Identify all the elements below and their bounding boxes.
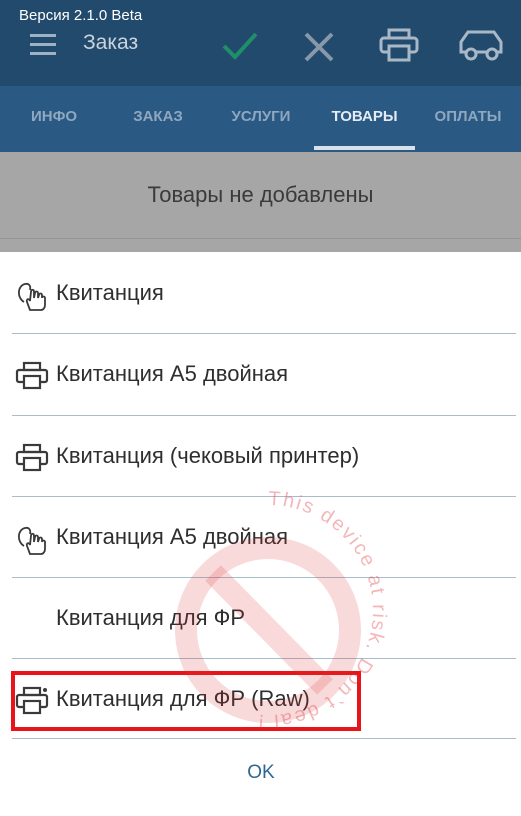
dialog-item-receipt-check-printer[interactable]: Квитанция (чековый принтер) xyxy=(0,417,521,497)
touch-hand-icon xyxy=(15,524,49,555)
ok-button[interactable]: OK xyxy=(221,762,301,792)
divider xyxy=(12,496,516,497)
tab-order[interactable]: ЗАКАЗ xyxy=(108,86,208,152)
printer-icon xyxy=(15,443,49,473)
divider xyxy=(12,333,516,334)
divider xyxy=(12,738,516,739)
active-tab-indicator xyxy=(314,146,415,150)
dialog-item-label: Квитанция для ФР xyxy=(56,605,246,630)
printer-icon[interactable] xyxy=(379,28,419,67)
dialog-item-receipt-a5-double[interactable]: Квитанция A5 двойная xyxy=(0,335,521,415)
selection-highlight xyxy=(11,671,361,731)
tab-services[interactable]: УСЛУГИ xyxy=(208,86,314,152)
car-icon[interactable] xyxy=(458,28,504,69)
content-divider xyxy=(0,238,521,239)
dialog-item-label: Квитанция A5 двойная xyxy=(56,524,289,549)
tab-info[interactable]: ИНФО xyxy=(0,86,108,152)
dialog-item-receipt[interactable]: Квитанция xyxy=(0,254,521,334)
touch-hand-icon xyxy=(15,280,49,311)
dialog-item-label: Квитанция xyxy=(56,280,164,305)
divider xyxy=(12,577,516,578)
dialog-item-receipt-a5-double-touch[interactable]: Квитанция A5 двойная xyxy=(0,498,521,578)
divider xyxy=(12,658,516,659)
divider xyxy=(12,415,516,416)
page-title: Заказ xyxy=(83,31,139,54)
dialog-item-label: Квитанция A5 двойная xyxy=(56,361,289,386)
tab-goods[interactable]: ТОВАРЫ xyxy=(314,86,415,152)
check-icon[interactable] xyxy=(221,30,259,67)
dialog-item-receipt-fr[interactable]: Квитанция для ФР xyxy=(0,579,521,659)
tab-bar: ИНФО ЗАКАЗ УСЛУГИ ТОВАРЫ ОПЛАТЫ xyxy=(0,86,521,152)
close-icon[interactable] xyxy=(303,32,335,67)
app-bar: Версия 2.1.0 Beta Заказ xyxy=(0,0,521,86)
menu-icon[interactable] xyxy=(30,32,56,58)
version-label: Версия 2.1.0 Beta xyxy=(19,7,143,24)
tab-payments[interactable]: ОПЛАТЫ xyxy=(415,86,521,152)
printer-icon xyxy=(15,361,49,391)
empty-state-message: Товары не добавлены xyxy=(147,182,374,207)
dialog-item-label: Квитанция (чековый принтер) xyxy=(56,443,360,468)
